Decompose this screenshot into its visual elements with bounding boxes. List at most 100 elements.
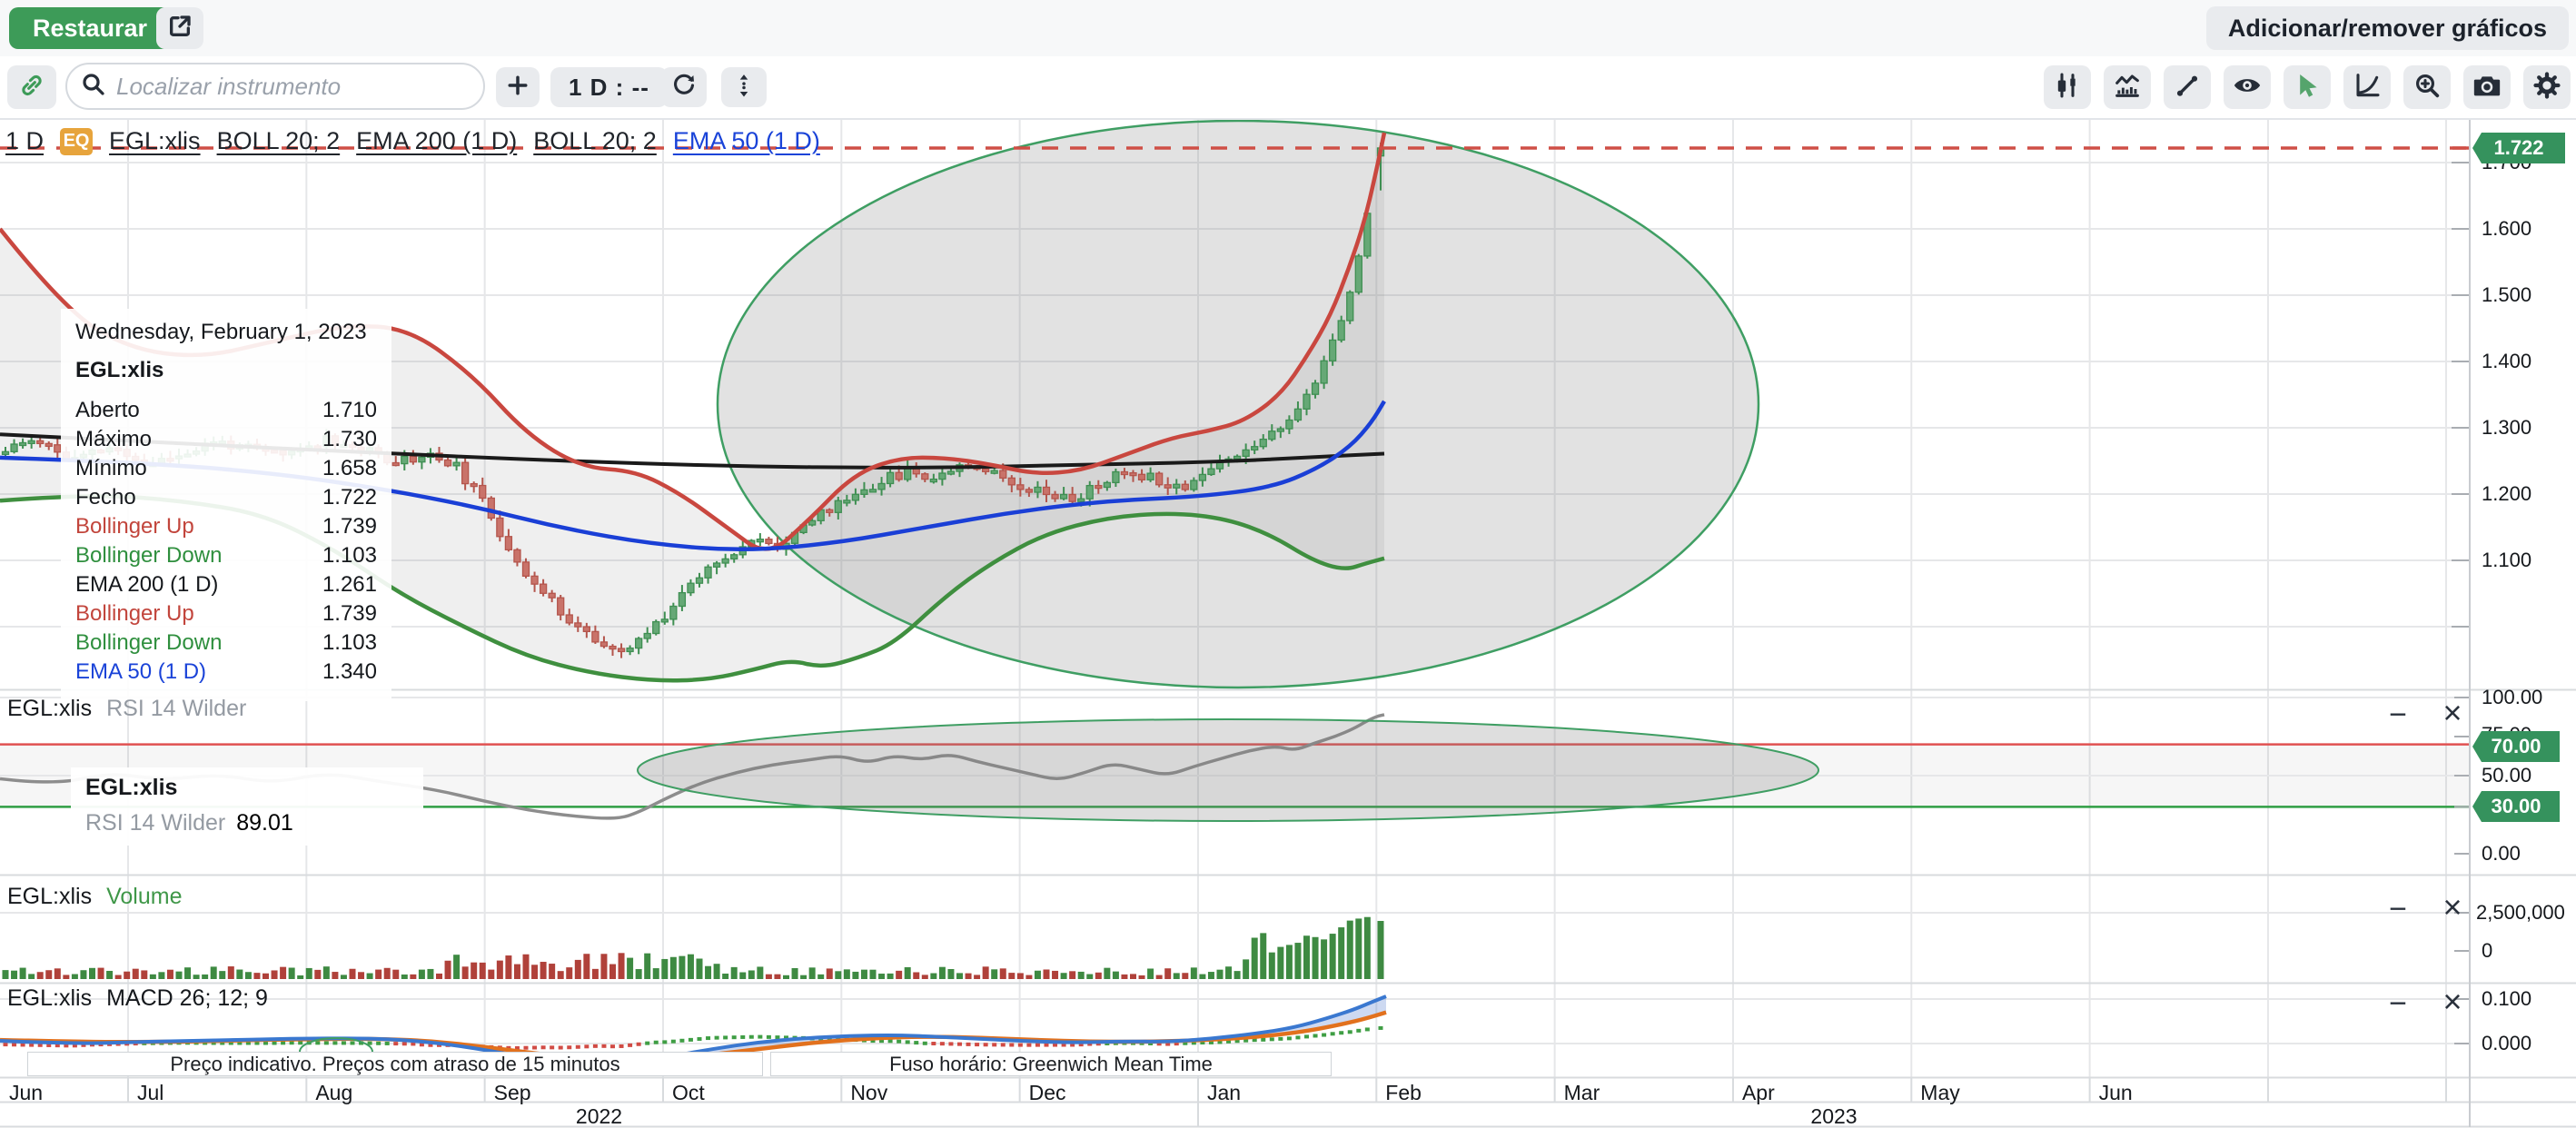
tooltip-row: Bollinger Down1.103 [75, 543, 377, 568]
candlestick-style-button[interactable] [2044, 65, 2091, 109]
x-axis-month-label: Oct [672, 1081, 705, 1105]
x-axis-month-label: Jan [1207, 1081, 1241, 1105]
link-icon [17, 71, 46, 104]
chart-tools-group [2044, 65, 2571, 109]
refresh-icon [670, 72, 698, 104]
snapshot-button[interactable] [2463, 65, 2511, 109]
rsi-minimize-button[interactable]: − [2378, 698, 2418, 733]
link-instrument-button[interactable] [7, 65, 56, 109]
x-axis-month-label: May [1920, 1081, 1959, 1105]
search-icon [80, 71, 107, 103]
scale-tool-button[interactable] [2343, 65, 2391, 109]
top-bar: Restaurar Adicionar/remover gráficos [0, 0, 2576, 57]
x-axis-month-label: Jul [137, 1081, 163, 1105]
search-input[interactable] [114, 72, 471, 102]
tooltip-row: EMA 200 (1 D)1.261 [75, 572, 377, 597]
volume-minimize-button[interactable]: − [2378, 892, 2418, 927]
tooltip-row: Mínimo1.658 [75, 456, 377, 480]
indicator-chart-icon [2113, 71, 2142, 104]
legend-ema200[interactable]: EMA 200 (1 D) [356, 127, 517, 155]
main-chart-legend: 1 D EQ EGL:xlis BOLL 20; 2 EMA 200 (1 D)… [5, 127, 820, 155]
price-tick-label: 1.300 [2482, 416, 2531, 440]
instrument-search[interactable] [65, 63, 485, 110]
legend-boll-2[interactable]: BOLL 20; 2 [533, 127, 657, 155]
candlestick-icon [2053, 71, 2082, 104]
chart-toolbar: 1 D : -- [0, 56, 2576, 120]
rsi-close-button[interactable]: × [2432, 694, 2472, 732]
x-axis-year-label: 2023 [1810, 1104, 1857, 1128]
x-axis-month-label: Sep [494, 1081, 531, 1105]
macd-axis-min: 0.000 [2482, 1032, 2531, 1055]
price-tick-label: 1.500 [2482, 283, 2531, 307]
tooltip-date: Wednesday, February 1, 2023 [75, 320, 377, 345]
tooltip-row: Bollinger Up1.739 [75, 601, 377, 626]
x-axis-month-label: Jun [2099, 1081, 2133, 1105]
rsi-tooltip: EGL:xlis RSI 14 Wilder89.01 [71, 767, 423, 846]
price-tick-label: 1.600 [2482, 217, 2531, 241]
volume-axis-max: 2,500,000 [2476, 901, 2565, 925]
eye-icon [2232, 70, 2263, 105]
macd-panel-title: EGL:xlisMACD 26; 12; 9 [7, 985, 268, 1012]
macd-minimize-button[interactable]: − [2378, 986, 2418, 1022]
draw-trendline-button[interactable] [2164, 65, 2211, 109]
price-tick-label: 1.400 [2482, 350, 2531, 373]
macd-axis-max: 0.100 [2482, 987, 2531, 1011]
add-instrument-button[interactable] [496, 67, 540, 107]
x-axis-month-label: Dec [1029, 1081, 1066, 1105]
tooltip-row: Máximo1.730 [75, 427, 377, 451]
legend-ema50[interactable]: EMA 50 (1 D) [673, 127, 820, 155]
x-axis-year-label: 2022 [576, 1104, 622, 1128]
panel-resize-icon [730, 72, 758, 104]
x-axis-month-label: Nov [850, 1081, 887, 1105]
refresh-button[interactable] [661, 67, 707, 107]
panel-resize-button[interactable] [721, 67, 767, 107]
rsi-panel-title: EGL:xlisRSI 14 Wilder [7, 696, 246, 722]
zoom-in-button[interactable] [2403, 65, 2451, 109]
tooltip-row: Bollinger Down1.103 [75, 630, 377, 655]
price-tick-label: 1.200 [2482, 482, 2531, 506]
rsi-axis-label: 0.00 [2482, 842, 2521, 866]
plus-icon [504, 72, 531, 104]
last-price-badge: 1.722 [2472, 133, 2565, 163]
cursor-icon [2292, 70, 2323, 105]
tooltip-row: Bollinger Up1.739 [75, 514, 377, 539]
x-axis-month-label: Apr [1742, 1081, 1775, 1105]
x-axis-month-label: Feb [1385, 1081, 1422, 1105]
price-tooltip: Wednesday, February 1, 2023 EGL:xlis Abe… [61, 309, 391, 701]
x-axis-month-label: Jun [9, 1081, 43, 1105]
add-remove-charts-button[interactable]: Adicionar/remover gráficos [2206, 6, 2569, 50]
volume-panel-title: EGL:xlisVolume [7, 884, 182, 910]
chart-application: Restaurar Adicionar/remover gráficos 1 D… [0, 0, 2576, 1128]
legend-boll-1[interactable]: BOLL 20; 2 [217, 127, 341, 155]
macd-close-button[interactable]: × [2432, 983, 2472, 1021]
settings-button[interactable] [2523, 65, 2571, 109]
scale-curve-icon [2353, 71, 2382, 104]
camera-icon [2472, 70, 2502, 105]
tooltip-row: Fecho1.722 [75, 485, 377, 510]
trendline-icon [2173, 71, 2202, 104]
tooltip-row: Aberto1.710 [75, 398, 377, 422]
visibility-button[interactable] [2224, 65, 2271, 109]
rsi-oversold-badge: 30.00 [2472, 791, 2560, 822]
equity-type-badge: EQ [60, 128, 93, 155]
rsi-axis-label: 100.00 [2482, 686, 2542, 709]
restore-button[interactable]: Restaurar [9, 7, 171, 49]
gear-icon [2531, 70, 2562, 105]
interval-button[interactable]: 1 D : -- [550, 67, 668, 107]
chart-display-button[interactable] [2104, 65, 2151, 109]
legend-symbol[interactable]: EGL:xlis [109, 127, 201, 155]
zoom-in-icon [2413, 71, 2442, 104]
external-link-icon [165, 12, 194, 45]
price-disclaimer: Preço indicativo. Preços com atraso de 1… [27, 1052, 763, 1076]
pointer-tool-button[interactable] [2284, 65, 2331, 109]
open-external-button[interactable] [156, 7, 203, 49]
x-axis-month-label: Aug [315, 1081, 352, 1105]
x-axis-month-label: Mar [1564, 1081, 1600, 1105]
tooltip-symbol: EGL:xlis [75, 358, 377, 383]
volume-axis-min: 0 [2482, 939, 2492, 963]
volume-close-button[interactable]: × [2432, 888, 2472, 926]
tooltip-row: EMA 50 (1 D)1.340 [75, 659, 377, 684]
legend-interval[interactable]: 1 D [5, 127, 44, 155]
timezone-disclaimer: Fuso horário: Greenwich Mean Time [770, 1052, 1332, 1076]
rsi-axis-label: 50.00 [2482, 764, 2531, 787]
